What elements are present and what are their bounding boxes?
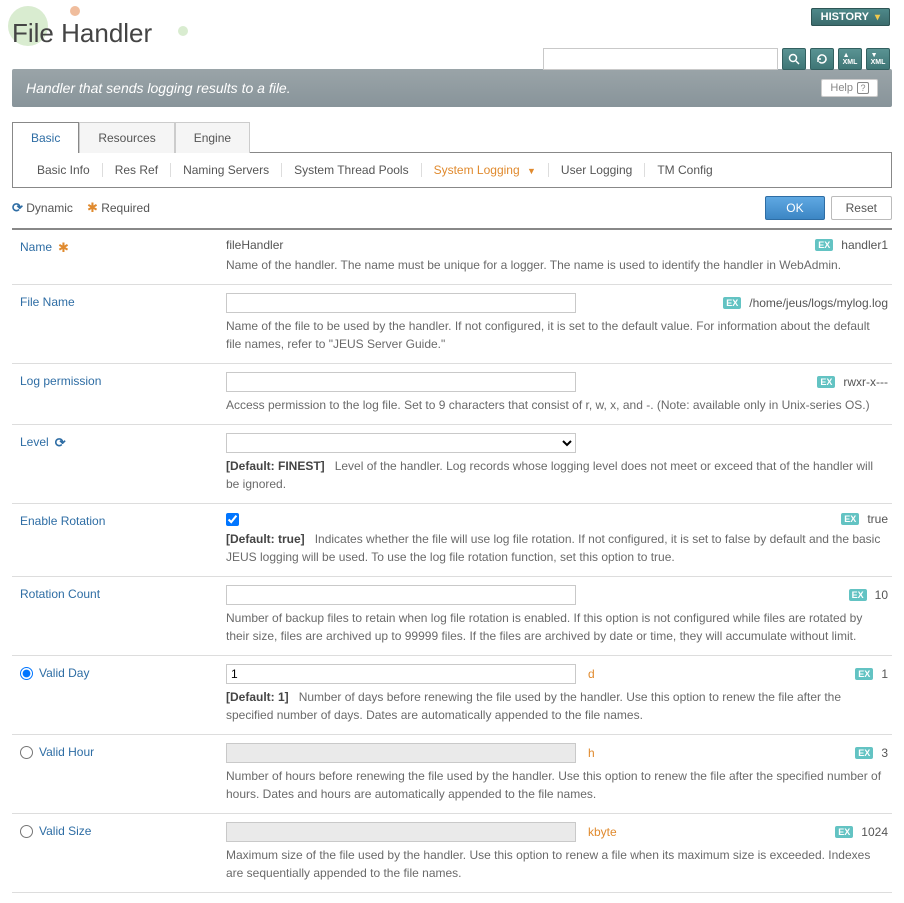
subtab-user-logging[interactable]: User Logging xyxy=(549,163,645,177)
xml-down-icon: ▼XML xyxy=(871,52,886,66)
reset-button[interactable]: Reset xyxy=(831,196,892,220)
search-input[interactable] xyxy=(543,48,778,70)
label-log-permission: Log permission xyxy=(12,364,222,424)
level-select[interactable] xyxy=(226,433,576,453)
valid-day-default: [Default: 1] xyxy=(226,690,289,704)
file-name-example: /home/jeus/logs/mylog.log xyxy=(749,296,888,310)
name-desc: Name of the handler. The name must be un… xyxy=(226,256,888,274)
valid-day-input[interactable] xyxy=(226,664,576,684)
valid-day-radio[interactable] xyxy=(20,667,33,680)
subtab-basic-info[interactable]: Basic Info xyxy=(25,163,103,177)
rotation-count-desc: Number of backup files to retain when lo… xyxy=(226,609,888,645)
valid-hour-example: 3 xyxy=(881,746,888,760)
tab-engine[interactable]: Engine xyxy=(175,122,250,153)
rotation-count-example: 10 xyxy=(875,588,888,602)
legend-required: ✱ Required xyxy=(87,200,150,216)
level-default: [Default: FINEST] xyxy=(226,459,325,473)
help-label: Help xyxy=(830,82,853,94)
ex-badge: EX xyxy=(855,668,873,680)
xml-up-icon-button[interactable]: ▲XML xyxy=(838,48,862,70)
valid-day-example: 1 xyxy=(881,667,888,681)
ex-badge: EX xyxy=(817,376,835,388)
name-example: handler1 xyxy=(841,238,888,252)
chevron-down-icon: ▼ xyxy=(527,166,536,176)
legend-dynamic: ⟳ Dynamic xyxy=(12,200,73,216)
subtab-naming-servers[interactable]: Naming Servers xyxy=(171,163,282,177)
ex-badge: EX xyxy=(835,826,853,838)
subtab-system-logging[interactable]: System Logging ▼ xyxy=(422,163,549,177)
label-name: Name ✱ xyxy=(12,230,222,284)
search-icon-button[interactable] xyxy=(782,48,806,70)
help-button[interactable]: Help ? xyxy=(821,79,878,97)
ex-badge: EX xyxy=(815,239,833,251)
label-valid-day: Valid Day xyxy=(12,656,222,734)
label-valid-hour: Valid Hour xyxy=(12,735,222,813)
valid-hour-desc: Number of hours before renewing the file… xyxy=(226,767,888,803)
dynamic-icon: ⟳ xyxy=(12,200,23,215)
label-rotation-count: Rotation Count xyxy=(12,577,222,655)
search-icon xyxy=(788,53,800,65)
subtab-system-thread-pools[interactable]: System Thread Pools xyxy=(282,163,422,177)
file-name-desc: Name of the file to be used by the handl… xyxy=(226,317,888,353)
required-icon: ✱ xyxy=(87,200,98,215)
log-permission-example: rwxr-x--- xyxy=(843,375,888,389)
valid-size-input[interactable] xyxy=(226,822,576,842)
ex-badge: EX xyxy=(841,513,859,525)
ex-badge: EX xyxy=(855,747,873,759)
page-description: Handler that sends logging results to a … xyxy=(26,80,291,96)
enable-rotation-desc: Indicates whether the file will use log … xyxy=(226,532,880,564)
ex-badge: EX xyxy=(723,297,741,309)
valid-hour-input[interactable] xyxy=(226,743,576,763)
refresh-icon xyxy=(816,53,828,65)
tab-resources[interactable]: Resources xyxy=(79,122,174,153)
page-title: File Handler xyxy=(12,18,892,49)
xml-down-icon-button[interactable]: ▼XML xyxy=(866,48,890,70)
ok-button[interactable]: OK xyxy=(765,196,824,220)
enable-rotation-checkbox[interactable] xyxy=(226,513,239,526)
name-value: fileHandler xyxy=(226,238,283,252)
valid-day-unit: d xyxy=(588,667,595,681)
subtab-system-logging-label: System Logging xyxy=(434,163,520,177)
valid-day-desc: Number of days before renewing the file … xyxy=(226,690,841,722)
label-level: Level ⟳ xyxy=(12,425,222,503)
dynamic-icon: ⟳ xyxy=(55,435,66,451)
valid-size-example: 1024 xyxy=(861,825,888,839)
rotation-count-input[interactable] xyxy=(226,585,576,605)
ex-badge: EX xyxy=(849,589,867,601)
subtab-res-ref[interactable]: Res Ref xyxy=(103,163,171,177)
log-permission-input[interactable] xyxy=(226,372,576,392)
required-icon: ✱ xyxy=(58,240,69,256)
label-valid-size: Valid Size xyxy=(12,814,222,892)
valid-hour-radio[interactable] xyxy=(20,746,33,759)
log-permission-desc: Access permission to the log file. Set t… xyxy=(226,396,888,414)
valid-size-unit: kbyte xyxy=(588,825,617,839)
valid-size-radio[interactable] xyxy=(20,825,33,838)
valid-hour-unit: h xyxy=(588,746,595,760)
refresh-icon-button[interactable] xyxy=(810,48,834,70)
label-file-name: File Name xyxy=(12,285,222,363)
enable-rotation-example: true xyxy=(867,512,888,526)
enable-rotation-default: [Default: true] xyxy=(226,532,305,546)
tab-basic[interactable]: Basic xyxy=(12,122,79,153)
valid-size-desc: Maximum size of the file used by the han… xyxy=(226,846,888,882)
label-enable-rotation: Enable Rotation xyxy=(12,504,222,576)
file-name-input[interactable] xyxy=(226,293,576,313)
xml-up-icon: ▲XML xyxy=(843,52,858,66)
subtab-tm-config[interactable]: TM Config xyxy=(645,163,724,177)
help-icon: ? xyxy=(857,82,869,94)
